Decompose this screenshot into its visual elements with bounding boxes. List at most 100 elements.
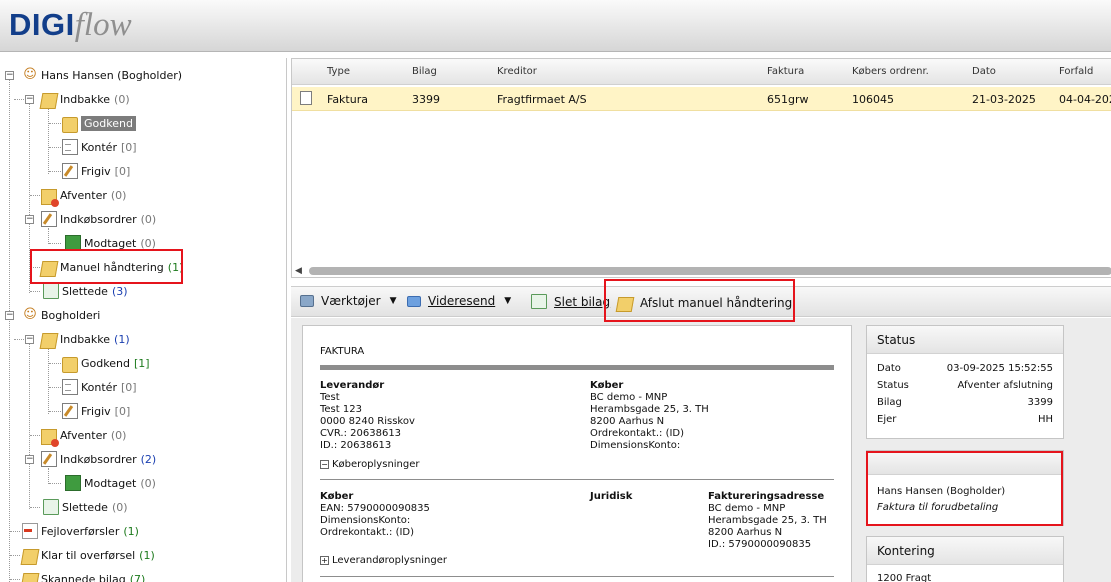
cell-bilag: 3399 (412, 93, 440, 106)
tree-item-kontér[interactable]: Kontér [0] (62, 137, 137, 157)
tree-item-afventer[interactable]: Afventer (0) (41, 185, 126, 207)
tree-item-fejloverforsler[interactable]: Fejloverførsler (1) (22, 521, 139, 541)
received-icon (65, 475, 81, 491)
cell-kreditor: Fragtfirmaet A/S (497, 93, 587, 106)
tree-line (29, 339, 30, 509)
tree-item-slettede-2[interactable]: Slettede (0) (41, 497, 128, 517)
tree-item-frigiv[interactable]: Frigiv [0] (62, 161, 130, 181)
collapse-toggle[interactable]: − (25, 95, 34, 104)
cell-forfald: 04-04-2025 (1059, 93, 1111, 106)
tree-item-indbakke[interactable]: Indbakke (0) (39, 89, 130, 109)
tree-item-afventer-2[interactable]: Afventer (0) (41, 425, 126, 447)
tools-menu-button[interactable]: Værktøjer ▼ (300, 294, 397, 308)
invoice-document: FAKTURA Leverandør Test Test 123 0000 82… (302, 325, 852, 582)
grid-header: Type Bilag Kreditor Faktura Købers ordre… (292, 59, 1111, 85)
owner-note: Faktura til forudbetaling (877, 502, 999, 513)
supplier-line: CVR.: 20638613 (320, 428, 402, 439)
buyer-heading-2: Køber (320, 491, 354, 502)
scanned-folder-icon (20, 572, 40, 582)
owner-name: Hans Hansen (Bogholder) (877, 486, 1006, 497)
buyer-line: DimensionsKonto: (590, 440, 681, 451)
buyer-line: Ordrekontakt.: (ID) (590, 428, 685, 439)
scrollbar-thumb[interactable] (309, 267, 1111, 275)
collapse-toggle[interactable]: − (25, 215, 34, 224)
column-header-dato[interactable]: Dato (972, 66, 996, 77)
horizontal-scrollbar[interactable]: ◀ (292, 264, 1111, 277)
tree-item-godkend[interactable]: Godkend (62, 113, 136, 133)
document-icon (62, 139, 78, 155)
column-header-kreditor[interactable]: Kreditor (497, 66, 537, 77)
tree-item-modtaget[interactable]: Modtaget (0) (62, 233, 156, 253)
finish-manual-handling-button[interactable]: Afslut manuel håndtering (615, 294, 792, 312)
tree-item-indkobsordrer-2[interactable]: Indkøbsordrer (2) (41, 449, 156, 469)
tree-line (49, 147, 61, 148)
collapse-toggle[interactable]: − (25, 335, 34, 344)
tree-item-skannede-bilag[interactable]: Skannede bilag (7) (20, 569, 145, 582)
tree-line (30, 435, 40, 436)
folder-open-icon (39, 332, 59, 349)
collapse-toggle[interactable]: − (5, 71, 14, 80)
supplier-line: ID.: 20638613 (320, 440, 392, 451)
collapse-toggle[interactable]: − (25, 455, 34, 464)
billing-line: BC demo - MNP (708, 503, 786, 514)
tree-item-manuel-handtering[interactable]: Manuel håndtering (1) (39, 257, 183, 277)
chevron-down-icon: ▼ (504, 296, 512, 306)
kontering-line: 1200 Fragt (877, 573, 932, 582)
tree-line (10, 531, 20, 532)
detail-area: FAKTURA Leverandør Test Test 123 0000 82… (291, 318, 1111, 582)
tree-line (48, 108, 49, 174)
toggle-buyer-info[interactable]: − Køberoplysninger (320, 459, 420, 471)
manual-folder-icon (615, 297, 635, 312)
error-document-icon (22, 523, 38, 539)
forward-icon (407, 295, 421, 307)
tree-line (49, 363, 61, 364)
tree-line (48, 348, 49, 414)
folder-icon (62, 116, 78, 133)
buyer-line: EAN: 5790000090835 (320, 503, 430, 514)
tree-item-modtaget-2[interactable]: Modtaget (0) (62, 473, 156, 493)
tree-item-kontér-2[interactable]: Kontér [0] (62, 377, 137, 397)
buyer-heading: Køber (590, 380, 624, 391)
tree-item-indkobsordrer[interactable]: Indkøbsordrer (0) (41, 209, 156, 229)
owner-panel-header (867, 451, 1063, 475)
tree-line (49, 123, 61, 124)
column-header-forfald[interactable]: Forfald (1059, 66, 1093, 77)
tree-line (49, 171, 61, 172)
toggle-supplier-info[interactable]: + Leverandøroplysninger (320, 555, 447, 567)
billing-address-heading: Faktureringsadresse (708, 491, 825, 502)
tree-item-indbakke-2[interactable]: Indbakke (1) (39, 329, 130, 349)
scroll-left-icon[interactable]: ◀ (295, 266, 302, 276)
tree-item-slettede[interactable]: Slettede (3) (41, 281, 128, 301)
chevron-down-icon: ▼ (389, 296, 397, 306)
tree-line (49, 411, 61, 412)
folder-open-icon (39, 92, 59, 109)
status-panel-title: Status (867, 326, 1063, 354)
column-header-bilag[interactable]: Bilag (412, 66, 437, 77)
expand-icon: + (320, 556, 329, 565)
supplier-line: Test 123 (320, 404, 362, 415)
table-row[interactable]: Faktura 3399 Fragtfirmaet A/S 651grw 106… (292, 87, 1111, 111)
column-header-ordrenr[interactable]: Købers ordrenr. (852, 66, 929, 77)
tree-line (29, 99, 30, 293)
billing-line: Herambsgade 25, 3. TH (708, 515, 827, 526)
recycle-bin-icon (43, 283, 59, 299)
invoice-grid: Type Bilag Kreditor Faktura Købers ordre… (291, 58, 1111, 278)
column-header-type[interactable]: Type (327, 66, 350, 77)
tree-line (30, 267, 40, 268)
column-header-faktura[interactable]: Faktura (767, 66, 804, 77)
tree-item-godkend-2[interactable]: Godkend [1] (62, 353, 150, 373)
tree-root-bogholderi[interactable]: ☺ Bogholderi (22, 305, 100, 325)
status-key: Status (877, 380, 909, 391)
status-key: Dato (877, 363, 901, 374)
tree-root-hans-hansen[interactable]: ☺ Hans Hansen (Bogholder) (22, 65, 182, 85)
recycle-bin-icon (43, 499, 59, 515)
tree-item-klar-til-overforsel[interactable]: Klar til overførsel (1) (20, 545, 155, 565)
buyer-line: 8200 Aarhus N (590, 416, 665, 427)
divider (320, 479, 834, 480)
pending-folder-icon (41, 428, 59, 447)
delete-voucher-button[interactable]: Slet bilag (529, 294, 610, 309)
status-key: Ejer (877, 414, 897, 425)
tree-item-frigiv-2[interactable]: Frigiv [0] (62, 401, 130, 421)
forward-menu-button[interactable]: Videresend ▼ (407, 294, 511, 308)
collapse-toggle[interactable]: − (5, 311, 14, 320)
